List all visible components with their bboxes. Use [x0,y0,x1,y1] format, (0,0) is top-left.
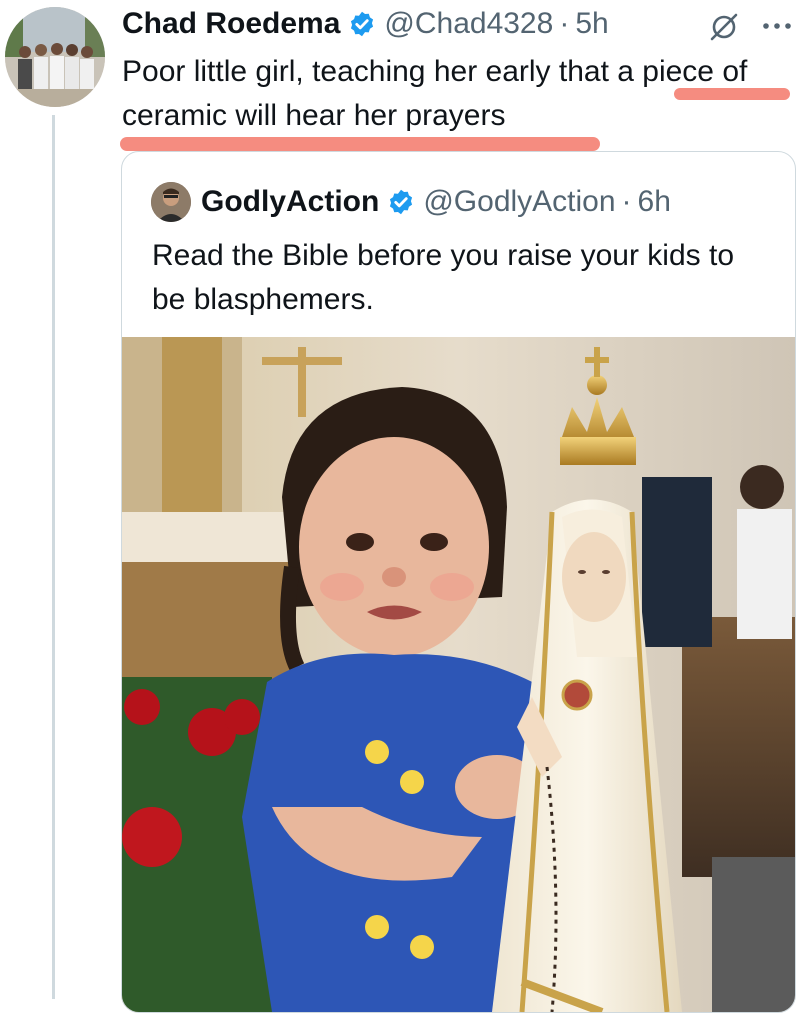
post-timestamp[interactable]: 5h [575,7,608,41]
more-options-icon[interactable] [760,16,794,36]
quoted-author-avatar[interactable] [151,182,191,222]
grok-icon[interactable] [708,11,740,43]
quoted-post-card[interactable]: GodlyAction @GodlyAction · 6h Read the B… [121,151,796,1013]
post-text: Poor little girl, teaching her early tha… [122,55,748,132]
verified-badge-icon [387,188,415,216]
quoted-post-timestamp[interactable]: 6h [638,185,671,219]
author-avatar[interactable] [5,7,105,107]
thread-line [52,115,55,999]
author-name[interactable]: Chad Roedema [122,7,340,41]
highlight-underline [120,137,600,151]
quoted-post-image[interactable] [122,337,795,1012]
quoted-author-handle[interactable]: @GodlyAction [423,185,615,219]
quoted-post-header: GodlyAction @GodlyAction · 6h [151,180,671,224]
separator-dot: · [559,7,570,40]
post-header: Chad Roedema @Chad4328 · 5h [122,2,609,46]
verified-badge-icon [348,10,376,38]
author-handle[interactable]: @Chad4328 [384,7,553,41]
quoted-author-name[interactable]: GodlyAction [201,185,379,219]
separator-dot: · [621,185,632,218]
quoted-post-text: Read the Bible before you raise your kid… [152,239,734,316]
